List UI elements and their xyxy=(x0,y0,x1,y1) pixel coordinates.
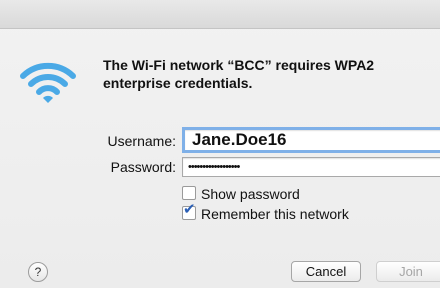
username-field[interactable]: Jane.Doe16 xyxy=(182,127,440,153)
username-label: Username: xyxy=(107,133,176,149)
checkmark-icon: ✔ xyxy=(183,201,196,218)
remember-network-checkbox[interactable]: ✔ xyxy=(182,202,196,220)
password-field[interactable]: •••••••••••••••••• xyxy=(182,157,440,177)
show-password-checkbox[interactable] xyxy=(182,186,196,200)
remember-network-option[interactable]: ✔ Remember this network xyxy=(182,202,349,222)
help-button[interactable]: ? xyxy=(28,262,48,282)
show-password-label: Show password xyxy=(201,186,300,202)
window-titlebar xyxy=(0,0,440,29)
dialog-message: The Wi-Fi network “BCC” requires WPA2 en… xyxy=(103,57,375,91)
password-label: Password: xyxy=(110,159,176,175)
wifi-credentials-dialog: The Wi-Fi network “BCC” requires WPA2 en… xyxy=(0,0,440,288)
join-button[interactable]: Join xyxy=(376,261,440,282)
remember-network-label: Remember this network xyxy=(201,206,349,222)
show-password-option[interactable]: Show password xyxy=(182,186,300,202)
cancel-button[interactable]: Cancel xyxy=(291,261,361,282)
wifi-icon xyxy=(20,62,76,103)
